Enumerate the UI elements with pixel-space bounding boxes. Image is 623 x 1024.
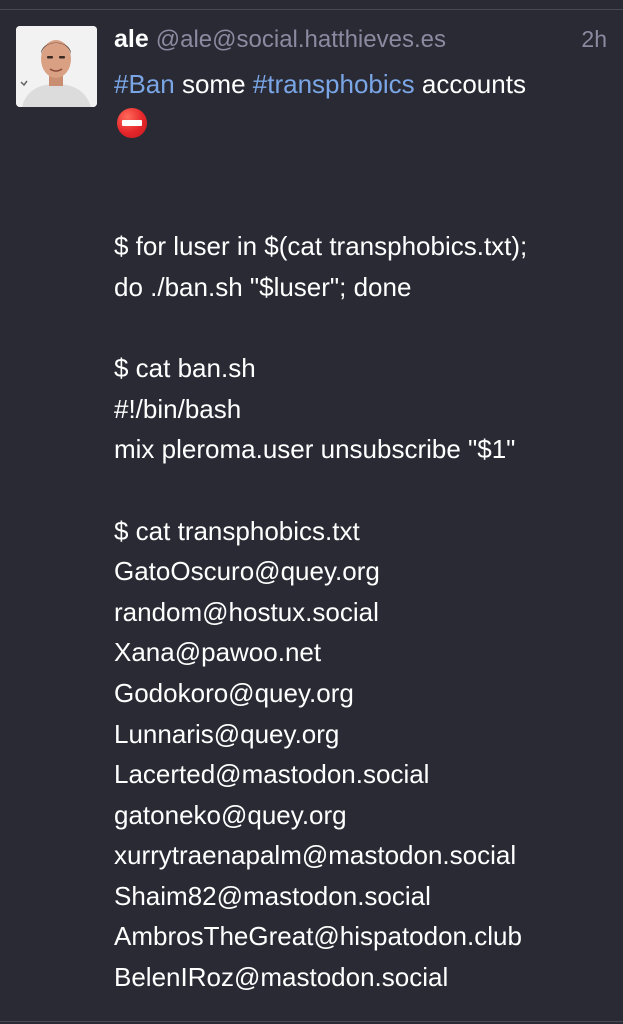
command-line: $ for luser in $(cat transphobics.txt); (114, 231, 528, 262)
user-avatar-photo-icon (16, 26, 97, 107)
top-divider (0, 9, 623, 10)
post-text: some (174, 69, 253, 99)
account-item: Godokoro@quey.org (114, 677, 354, 708)
account-item: Lacerted@mastodon.social (114, 759, 430, 790)
account-item: random@hostux.social (114, 596, 379, 627)
bottom-divider (0, 1021, 623, 1022)
command-line: $ cat ban.sh (114, 353, 256, 384)
account-item: BelenIRoz@mastodon.social (114, 962, 449, 993)
emoji-line (114, 105, 614, 146)
account-item: AmbrosTheGreat@hispatodon.club (114, 921, 522, 952)
account-item: Xana@pawoo.net (114, 637, 322, 668)
account-item: xurrytraenapalm@mastodon.social (114, 840, 517, 871)
avatar[interactable] (16, 26, 97, 107)
post-header: ale @ale@social.hatthieves.es 2h (114, 22, 607, 56)
display-name[interactable]: ale (114, 25, 149, 53)
account-item: Lunnaris@quey.org (114, 718, 340, 749)
script-line: mix pleroma.user unsubscribe "$1" (114, 434, 516, 465)
post-intro-line: #Ban some #transphobics accounts (114, 64, 614, 105)
account-item: Shaim82@mastodon.social (114, 880, 431, 911)
post-text: accounts (414, 69, 526, 99)
account-item: GatoOscuro@quey.org (114, 556, 380, 587)
hashtag-ban[interactable]: #Ban (114, 69, 175, 99)
post-timestamp[interactable]: 2h (581, 22, 607, 56)
account-item: gatoneko@quey.org (114, 799, 347, 830)
script-line: #!/bin/bash (114, 393, 242, 424)
command-line: $ cat transphobics.txt (114, 515, 360, 546)
command-line: do ./ban.sh "$luser"; done (114, 271, 412, 302)
hashtag-transphobics[interactable]: #transphobics (253, 69, 415, 99)
post-content: #Ban some #transphobics accounts $ for l… (114, 64, 614, 998)
user-handle[interactable]: @ale@social.hatthieves.es (156, 26, 446, 53)
no-entry-icon (117, 107, 147, 138)
